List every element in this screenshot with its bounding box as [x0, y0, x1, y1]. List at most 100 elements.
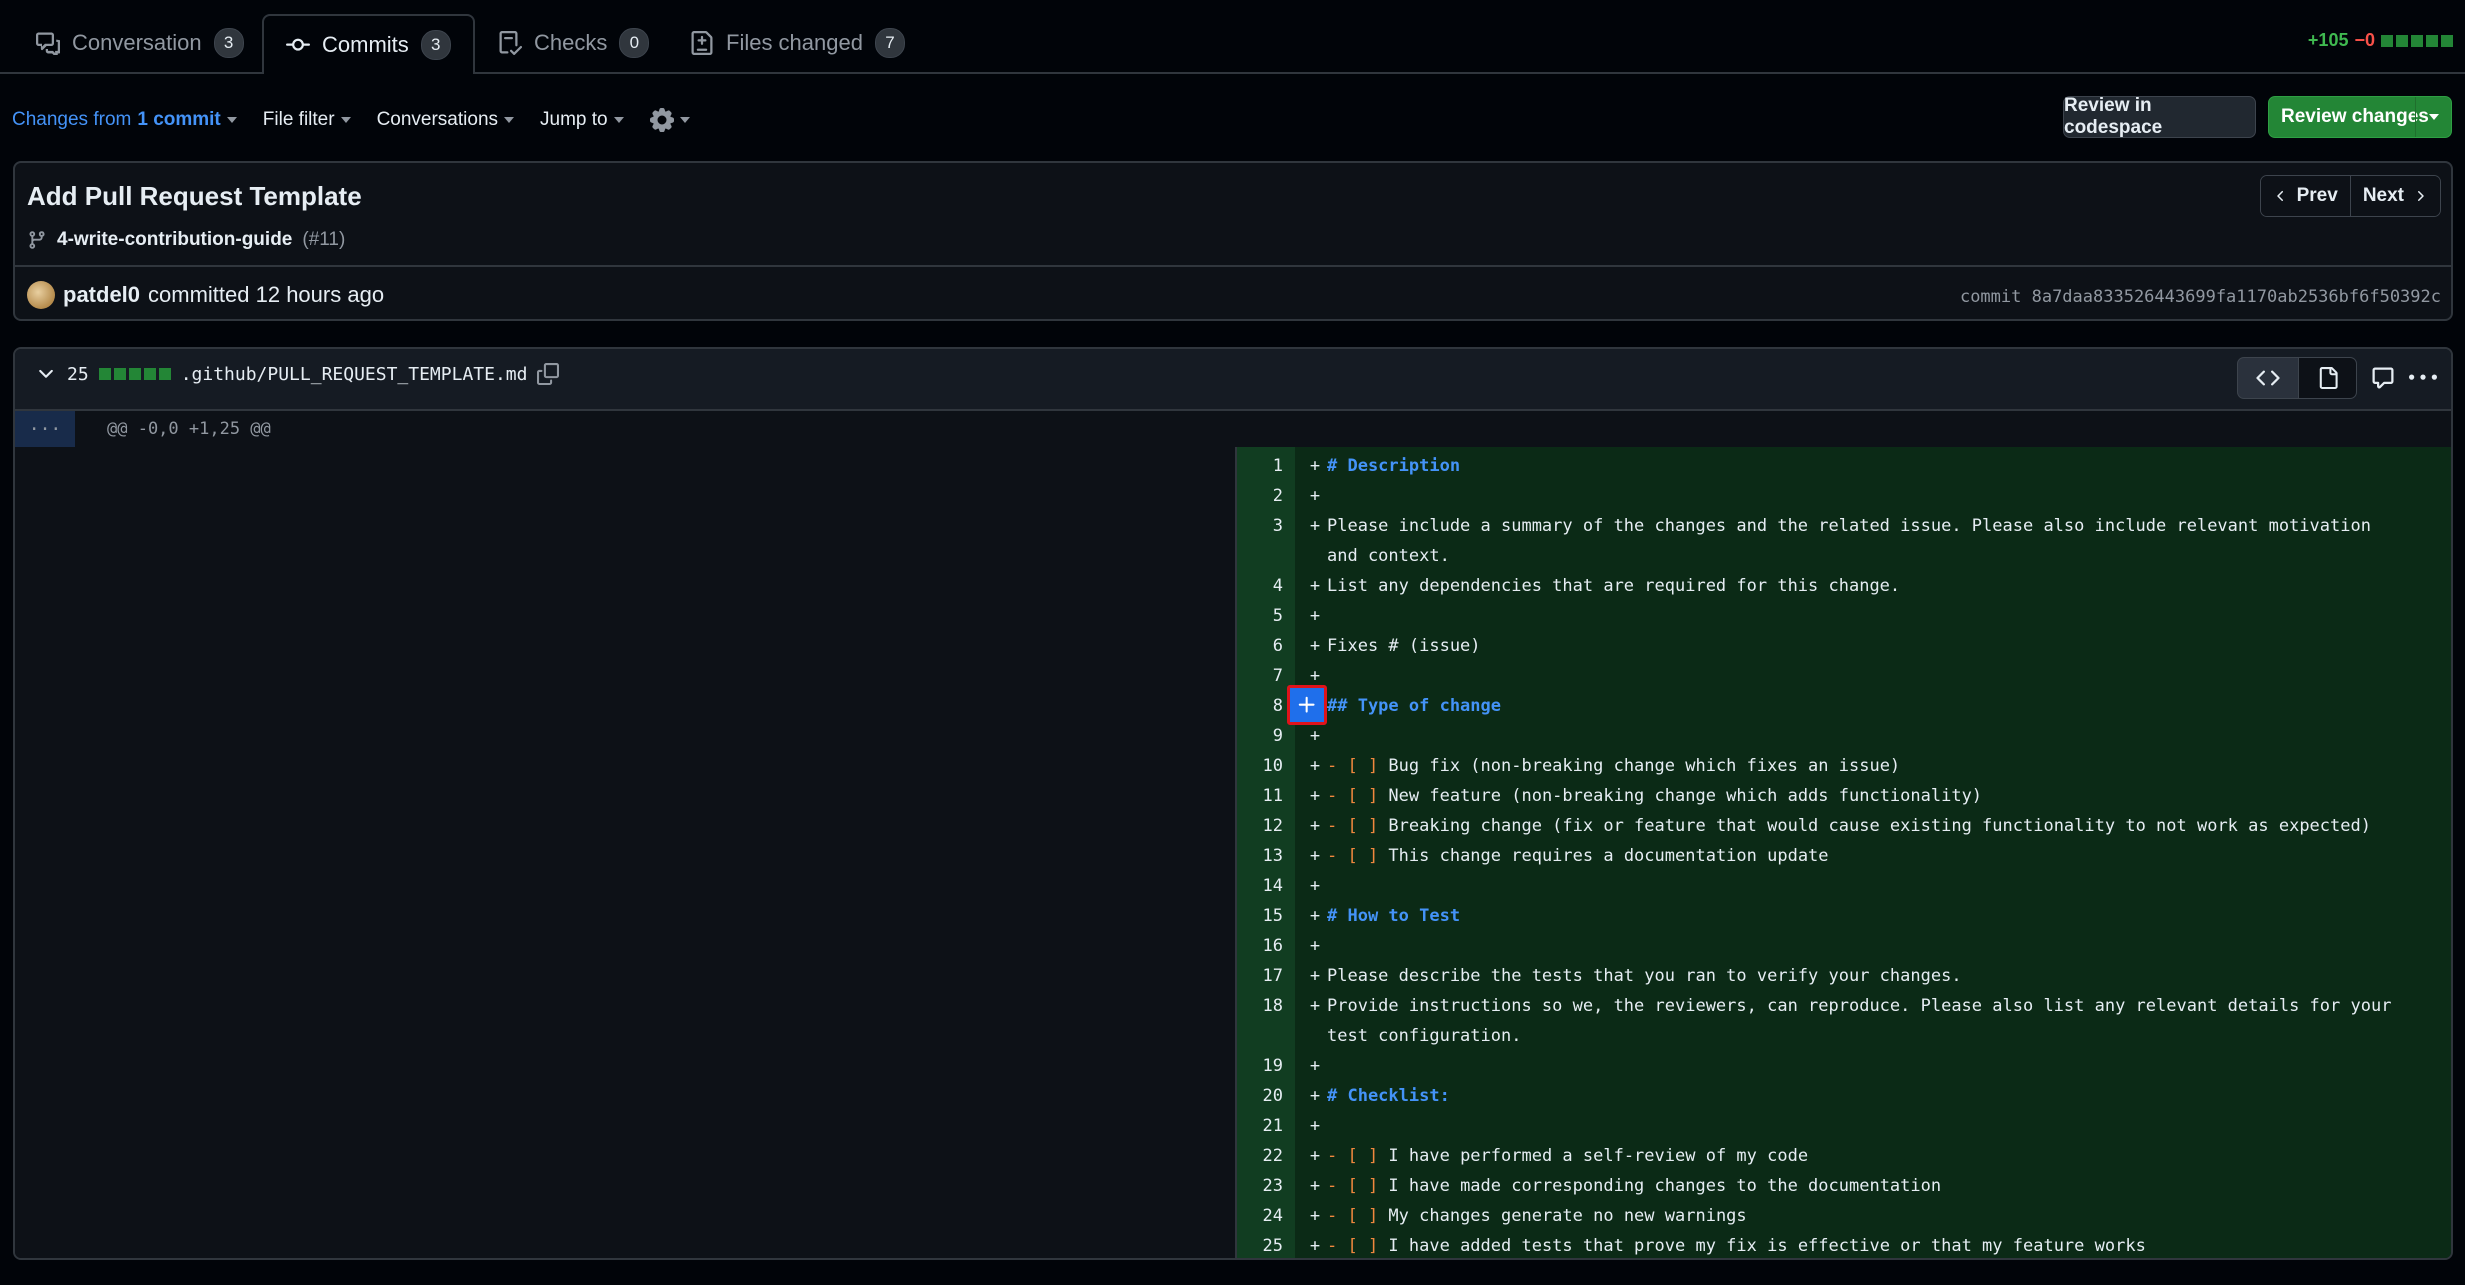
- diff-line[interactable]: 22 + - [ ] I have performed a self-review …: [1237, 1141, 2451, 1171]
- line-number[interactable]: 9: [1237, 721, 1283, 751]
- file-name-row: 25 .github/PULL_REQUEST_TEMPLATE.md: [35, 363, 560, 385]
- line-number[interactable]: 11: [1237, 781, 1283, 811]
- line-number[interactable]: 23: [1237, 1171, 1283, 1201]
- git-branch-icon: [29, 231, 45, 249]
- changes-from-dropdown[interactable]: Changes from 1 commit: [12, 109, 237, 131]
- branch-name-link[interactable]: 4-write-contribution-guide: [57, 229, 292, 251]
- tab-checks[interactable]: Checks 0: [476, 14, 671, 72]
- line-code: Please include a summary of the changes …: [1327, 516, 2382, 566]
- diff-line[interactable]: 4 + List any dependencies that are require…: [1237, 571, 2451, 601]
- diff-line[interactable]: 25 + - [ ] I have added tests that prove m…: [1237, 1231, 2451, 1258]
- diff-line[interactable]: 14 +: [1237, 871, 2451, 901]
- diff-lines: 1 + # Description 2 +3 + Please include a summ…: [1237, 451, 2451, 1258]
- prev-label: Prev: [2296, 185, 2338, 206]
- line-number[interactable]: 12: [1237, 811, 1283, 841]
- chevron-down-icon: [226, 117, 237, 123]
- conversations-dropdown[interactable]: Conversations: [377, 109, 515, 131]
- line-number[interactable]: 7: [1237, 661, 1283, 691]
- kebab-horizontal-icon[interactable]: [2409, 364, 2437, 392]
- line-number[interactable]: 21: [1237, 1111, 1283, 1141]
- file-filter-dropdown[interactable]: File filter: [263, 109, 351, 131]
- diff-line[interactable]: 7 +: [1237, 661, 2451, 691]
- line-number[interactable]: 2: [1237, 481, 1283, 511]
- line-number[interactable]: 13: [1237, 841, 1283, 871]
- diff-sign: +: [1309, 456, 1321, 476]
- line-number[interactable]: 18: [1237, 991, 1283, 1051]
- diff-line[interactable]: 10 + - [ ] Bug fix (non-breaking change wh…: [1237, 751, 2451, 781]
- expand-hunk-button[interactable]: ...: [15, 411, 75, 447]
- line-number[interactable]: 8: [1237, 691, 1283, 721]
- diff-line[interactable]: 12 + - [ ] Breaking change (fix or feature…: [1237, 811, 2451, 841]
- review-in-codespace-label: Review in codespace: [2064, 95, 2163, 138]
- diff-line[interactable]: 17 + Please describe the tests that you ra…: [1237, 961, 2451, 991]
- next-commit-button[interactable]: Next: [2349, 176, 2440, 216]
- line-number[interactable]: 19: [1237, 1051, 1283, 1081]
- line-number[interactable]: 20: [1237, 1081, 1283, 1111]
- prev-commit-button[interactable]: Prev: [2260, 176, 2350, 216]
- diff-line[interactable]: 2 +: [1237, 481, 2451, 511]
- markdown-checkbox: - [ ]: [1327, 1146, 1379, 1166]
- line-number[interactable]: 5: [1237, 601, 1283, 631]
- chevron-down-icon: [613, 117, 624, 123]
- copy-icon[interactable]: [537, 363, 560, 385]
- diff-line[interactable]: 21 +: [1237, 1111, 2451, 1141]
- diff-sign: +: [1309, 1176, 1321, 1196]
- diff-line[interactable]: 8+## Type of change: [1237, 691, 2451, 721]
- git-commit-icon: [286, 38, 310, 51]
- diff-line[interactable]: 16 +: [1237, 931, 2451, 961]
- diff-line[interactable]: 11 + - [ ] New feature (non-breaking chang…: [1237, 781, 2451, 811]
- line-number[interactable]: 25: [1237, 1231, 1283, 1258]
- tab-conversation[interactable]: Conversation 3: [14, 14, 266, 72]
- diff-line[interactable]: 20 + # Checklist:: [1237, 1081, 2451, 1111]
- tab-files-changed[interactable]: Files changed 7: [668, 14, 927, 72]
- review-changes-button[interactable]: Review changes: [2268, 96, 2452, 138]
- add-comment-button[interactable]: [1287, 685, 1327, 725]
- markdown-heading: # Description: [1327, 456, 1461, 476]
- diff-line[interactable]: 18 + Provide instructions so we, the revie…: [1237, 991, 2451, 1051]
- diff-line[interactable]: 15 + # How to Test: [1237, 901, 2451, 931]
- diff-line[interactable]: 19 +: [1237, 1051, 2451, 1081]
- comment-icon[interactable]: [2371, 366, 2395, 390]
- chevron-down-icon[interactable]: [2429, 114, 2439, 120]
- author-link[interactable]: patdel0: [63, 282, 140, 308]
- tab-files-changed-label: Files changed: [726, 30, 863, 55]
- line-number[interactable]: 14: [1237, 871, 1283, 901]
- diff-line[interactable]: 24 + - [ ] My changes generate no new warn…: [1237, 1201, 2451, 1231]
- line-number[interactable]: 22: [1237, 1141, 1283, 1171]
- jump-to-dropdown[interactable]: Jump to: [540, 109, 624, 131]
- line-number[interactable]: 16: [1237, 931, 1283, 961]
- diff-line[interactable]: 13 + - [ ] This change requires a document…: [1237, 841, 2451, 871]
- diff-settings-dropdown[interactable]: [649, 108, 690, 132]
- line-code: - [ ] My changes generate no new warning…: [1327, 1206, 1747, 1226]
- rich-view-button[interactable]: [2299, 357, 2357, 399]
- tab-commits[interactable]: Commits 3: [262, 14, 475, 74]
- line-number[interactable]: 6: [1237, 631, 1283, 661]
- diff-line[interactable]: 23 + - [ ] I have made corresponding chang…: [1237, 1171, 2451, 1201]
- line-number[interactable]: 17: [1237, 961, 1283, 991]
- line-number[interactable]: 10: [1237, 751, 1283, 781]
- gear-icon: [649, 108, 674, 132]
- line-number[interactable]: 4: [1237, 571, 1283, 601]
- diff-line[interactable]: 5 +: [1237, 601, 2451, 631]
- diff-sign: +: [1309, 486, 1321, 506]
- source-view-button[interactable]: [2237, 357, 2299, 399]
- line-number[interactable]: 15: [1237, 901, 1283, 931]
- review-in-codespace-button[interactable]: Review in codespace: [2063, 95, 2256, 138]
- file-filter-label: File filter: [262, 109, 335, 130]
- line-number[interactable]: 1: [1237, 451, 1283, 481]
- avatar[interactable]: [27, 281, 55, 309]
- diff-line[interactable]: 3 + Please include a summary of the change…: [1237, 511, 2451, 571]
- diff-line[interactable]: 1 + # Description: [1237, 451, 2451, 481]
- line-code: Provide instructions so we, the reviewer…: [1327, 996, 2402, 1046]
- diff-line[interactable]: 6 + Fixes # (issue): [1237, 631, 2451, 661]
- line-code: Fixes # (issue): [1327, 636, 1481, 656]
- line-number[interactable]: 3: [1237, 511, 1283, 571]
- chevron-down-icon[interactable]: [35, 363, 57, 385]
- diff-line[interactable]: 9 +: [1237, 721, 2451, 751]
- file-path[interactable]: .github/PULL_REQUEST_TEMPLATE.md: [181, 364, 528, 385]
- pr-number-link[interactable]: (#11): [302, 229, 345, 251]
- line-number[interactable]: 24: [1237, 1201, 1283, 1231]
